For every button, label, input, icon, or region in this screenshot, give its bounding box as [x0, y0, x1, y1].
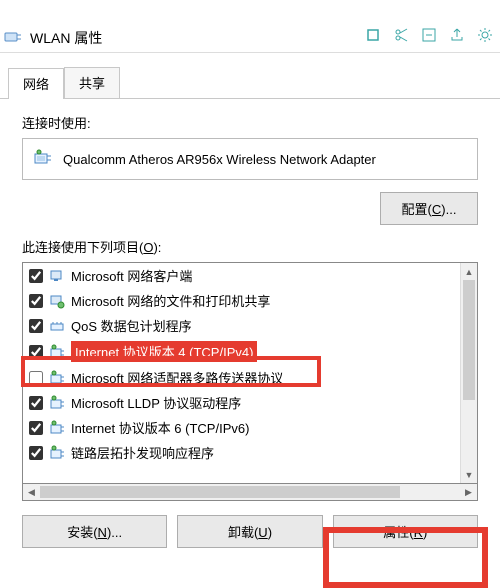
proto-icon: [49, 395, 65, 411]
tab-strip: 网络 共享: [0, 67, 500, 99]
protocol-checkbox[interactable]: [29, 319, 43, 333]
arrow-icon[interactable]: [416, 24, 442, 46]
protocol-label: Microsoft 网络适配器多路传送器协议: [71, 368, 283, 387]
proto-icon: [49, 370, 65, 386]
share-icon[interactable]: [444, 24, 470, 46]
items-using-label: 此连接使用下列项目(O):: [22, 237, 478, 256]
protocol-label: Microsoft 网络的文件和打印机共享: [71, 291, 270, 310]
protocol-checkbox[interactable]: [29, 371, 43, 385]
network-panel: 连接时使用: Qualcomm Atheros AR956x Wireless …: [0, 99, 500, 558]
protocol-label: Internet 协议版本 4 (TCP/IPv4): [71, 341, 257, 362]
list-item[interactable]: Microsoft 网络客户端: [23, 263, 460, 288]
protocol-checkbox[interactable]: [29, 269, 43, 283]
proto-icon: [49, 420, 65, 436]
tab-sharing[interactable]: 共享: [64, 67, 120, 98]
install-button[interactable]: 安装(N)...: [22, 515, 167, 548]
scroll-track[interactable]: [461, 280, 477, 466]
protocol-label: QoS 数据包计划程序: [71, 316, 192, 335]
list-item[interactable]: Microsoft 网络适配器多路传送器协议: [23, 365, 460, 390]
adapter-name: Qualcomm Atheros AR956x Wireless Network…: [63, 152, 376, 167]
list-item[interactable]: Microsoft LLDP 协议驱动程序: [23, 390, 460, 415]
protocol-checkbox[interactable]: [29, 294, 43, 308]
protocol-checkbox[interactable]: [29, 345, 43, 359]
uninstall-button[interactable]: 卸载(U): [177, 515, 322, 548]
square-icon[interactable]: [360, 24, 386, 46]
scroll-down-button[interactable]: ▼: [461, 466, 477, 483]
vertical-scrollbar[interactable]: ▲ ▼: [460, 263, 477, 483]
tab-network[interactable]: 网络: [8, 68, 64, 99]
adapter-field[interactable]: Qualcomm Atheros AR956x Wireless Network…: [22, 138, 478, 180]
scroll-up-button[interactable]: ▲: [461, 263, 477, 280]
scroll-right-button[interactable]: ▶: [460, 484, 477, 500]
adapter-icon: [33, 149, 53, 170]
protocol-label: 链路层拓扑发现响应程序: [71, 443, 214, 462]
host-toolbar: [358, 22, 500, 48]
configure-button[interactable]: 配置(C)...: [380, 192, 478, 225]
list-item[interactable]: Microsoft 网络的文件和打印机共享: [23, 288, 460, 313]
protocol-checkbox[interactable]: [29, 446, 43, 460]
protocol-label: Internet 协议版本 6 (TCP/IPv6): [71, 418, 249, 437]
network-adapter-icon: [4, 29, 22, 48]
list-item-selected[interactable]: Internet 协议版本 4 (TCP/IPv4): [23, 338, 460, 365]
list-item[interactable]: 链路层拓扑发现响应程序: [23, 440, 460, 465]
scroll-thumb[interactable]: [463, 280, 475, 400]
connect-using-label: 连接时使用:: [22, 113, 478, 132]
protocol-checkbox[interactable]: [29, 396, 43, 410]
protocol-checkbox[interactable]: [29, 421, 43, 435]
protocol-label: Microsoft 网络客户端: [71, 266, 192, 285]
list-item[interactable]: QoS 数据包计划程序: [23, 313, 460, 338]
horizontal-scrollbar[interactable]: ◀ ▶: [22, 484, 478, 501]
h-scroll-thumb[interactable]: [40, 486, 400, 498]
protocol-label: Microsoft LLDP 协议驱动程序: [71, 393, 241, 412]
list-item[interactable]: Internet 协议版本 6 (TCP/IPv6): [23, 415, 460, 440]
properties-button[interactable]: 属性(R): [333, 515, 478, 548]
window-title: WLAN 属性: [30, 28, 102, 48]
share-icon: [49, 293, 65, 309]
protocol-list[interactable]: Microsoft 网络客户端 Microsoft 网络的文件和打印机共享 QoS …: [22, 262, 478, 484]
qos-icon: [49, 318, 65, 334]
scroll-left-button[interactable]: ◀: [23, 484, 40, 500]
proto-icon: [49, 445, 65, 461]
client-icon: [49, 268, 65, 284]
scissors-icon[interactable]: [388, 24, 414, 46]
proto-icon: [49, 344, 65, 360]
gear-icon[interactable]: [472, 24, 498, 46]
